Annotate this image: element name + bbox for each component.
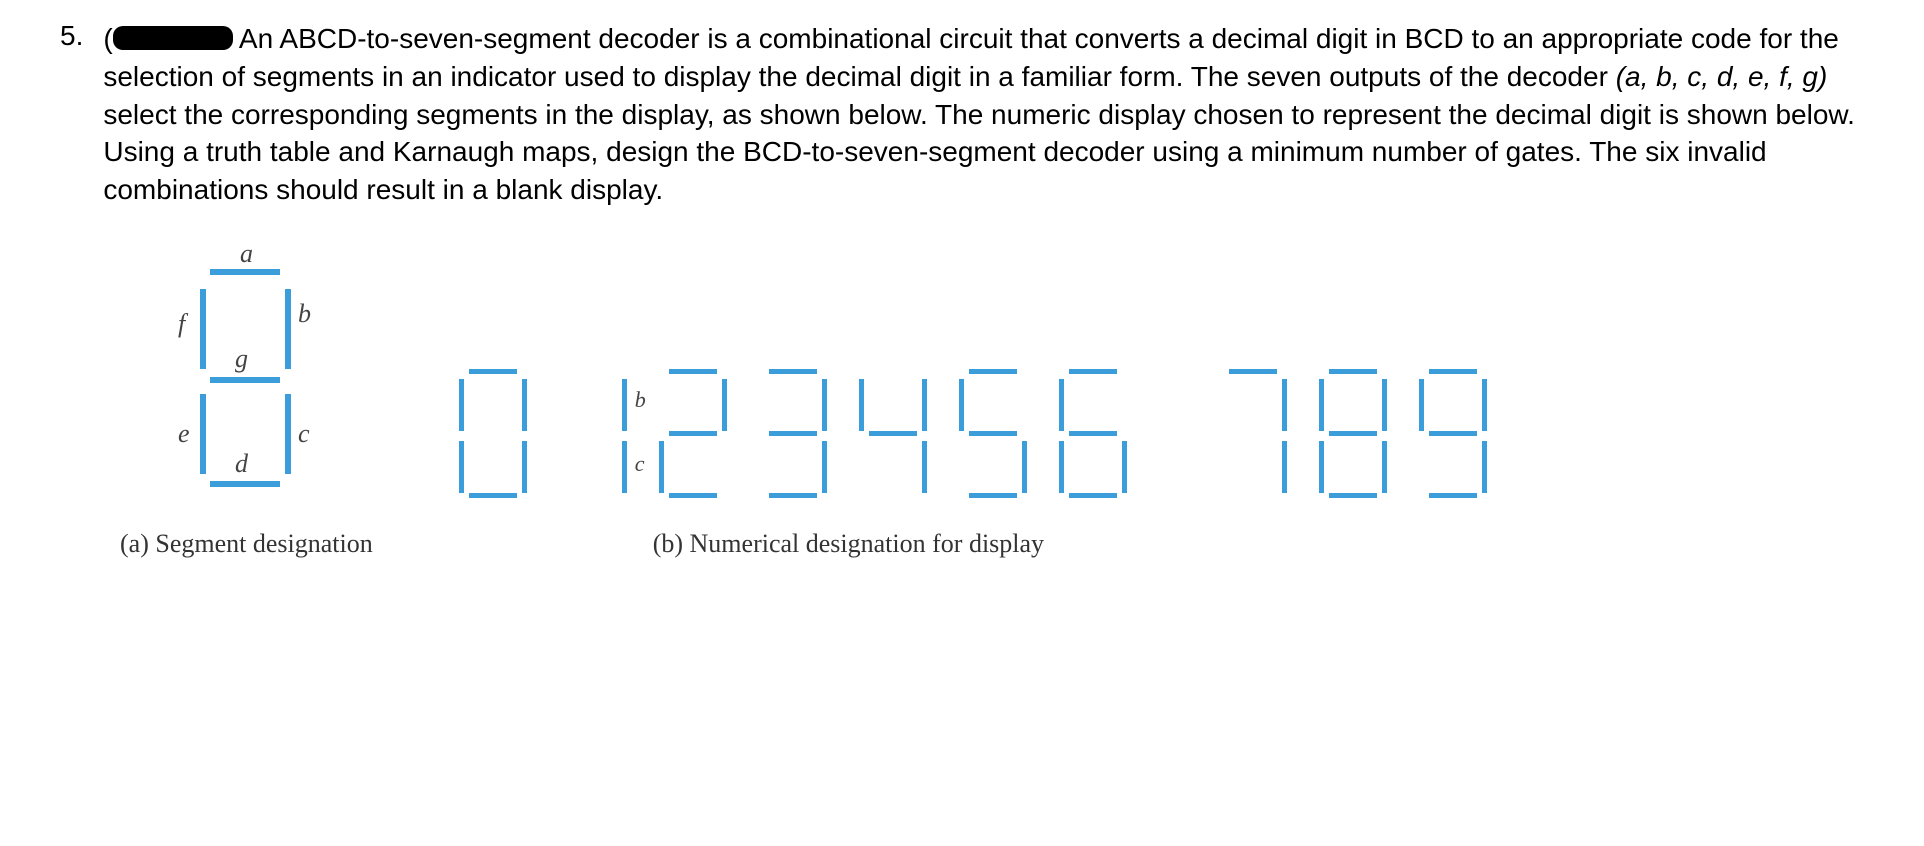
digit-0-segment-c: [522, 441, 527, 493]
figure-a: a f b g e c d (a) Segment designation: [120, 249, 373, 559]
digit-3-segment-d: [769, 493, 817, 498]
digit-3: [753, 369, 833, 509]
digit-8-segment-a: [1329, 369, 1377, 374]
figure-b-caption: (b) Numerical designation for display: [453, 529, 1864, 559]
digit-3-segment-c: [822, 441, 827, 493]
digit-6-segment-e: [1059, 441, 1064, 493]
segment-e: [200, 394, 206, 474]
digit-5-segment-g: [969, 431, 1017, 436]
digit-5: [953, 369, 1033, 509]
redacted-marks-icon: [113, 26, 233, 50]
digit-3-segment-a: [769, 369, 817, 374]
segment-b: [285, 289, 291, 369]
digit-4-segment-c: [922, 441, 927, 493]
digit-8-segment-f: [1319, 379, 1324, 431]
outputs-italic: (a, b, c, d, e, f, g): [1616, 61, 1828, 92]
digit-8-segment-c: [1382, 441, 1387, 493]
segment-d: [210, 481, 280, 487]
digit-0-segment-a: [469, 369, 517, 374]
digit-0: [453, 369, 533, 509]
digit-2-segment-b: [722, 379, 727, 431]
segment-label-e: e: [178, 419, 190, 449]
digit-4-segment-b: [922, 379, 927, 431]
digit-2-segment-a: [669, 369, 717, 374]
digit-8-segment-b: [1382, 379, 1387, 431]
digit-6-segment-c: [1122, 441, 1127, 493]
segment-label-a: a: [240, 239, 253, 269]
digits-row: bc: [453, 369, 1864, 509]
digit-5-segment-d: [969, 493, 1017, 498]
digit-1: bc: [553, 369, 633, 509]
digit-7: [1213, 369, 1293, 509]
digit-3-segment-g: [769, 431, 817, 436]
digit-9-segment-b: [1482, 379, 1487, 431]
digit-6-segment-d: [1069, 493, 1117, 498]
segment-label-c: c: [298, 419, 310, 449]
segment-c: [285, 394, 291, 474]
digit-2-segment-e: [659, 441, 664, 493]
problem-text: ( An ABCD-to-seven-segment decoder is a …: [103, 20, 1864, 209]
digit-8: [1313, 369, 1393, 509]
paren-open: (: [103, 23, 112, 54]
digit-9-segment-a: [1429, 369, 1477, 374]
digit-6-segment-f: [1059, 379, 1064, 431]
digit-0-segment-b: [522, 379, 527, 431]
digit-9-segment-f: [1419, 379, 1424, 431]
digit-9-segment-g: [1429, 431, 1477, 436]
figure-a-caption: (a) Segment designation: [120, 529, 373, 559]
segment-label-g: g: [235, 344, 248, 374]
digit-2-segment-g: [669, 431, 717, 436]
segment-label-d: d: [235, 449, 248, 479]
digit-7-segment-c: [1282, 441, 1287, 493]
digit-3-segment-b: [822, 379, 827, 431]
digit-4-segment-g: [869, 431, 917, 436]
digit-6-segment-a: [1069, 369, 1117, 374]
digit-0-segment-f: [459, 379, 464, 431]
digit-0-segment-d: [469, 493, 517, 498]
digit-8-segment-e: [1319, 441, 1324, 493]
digit-8-segment-g: [1329, 431, 1377, 436]
segment-label-f: f: [178, 309, 185, 339]
digit-5-segment-f: [959, 379, 964, 431]
digit-6-segment-g: [1069, 431, 1117, 436]
digit-2-segment-d: [669, 493, 717, 498]
segment-diagram: a f b g e c d: [150, 249, 350, 509]
digit-4-segment-f: [859, 379, 864, 431]
digit-1-label-b: b: [635, 387, 646, 413]
digit-8-segment-d: [1329, 493, 1377, 498]
segment-a: [210, 269, 280, 275]
digit-7-segment-a: [1229, 369, 1277, 374]
digit-5-segment-c: [1022, 441, 1027, 493]
segment-f: [200, 289, 206, 369]
digit-9-segment-c: [1482, 441, 1487, 493]
digit-9-segment-d: [1429, 493, 1477, 498]
digit-2: [653, 369, 733, 509]
text-part2: select the corresponding segments in the…: [103, 99, 1855, 206]
problem-container: 5. ( An ABCD-to-seven-segment decoder is…: [60, 20, 1864, 209]
text-part1: An ABCD-to-seven-segment decoder is a co…: [103, 23, 1839, 92]
digit-9: [1413, 369, 1493, 509]
digit-5-segment-a: [969, 369, 1017, 374]
figure-b: bc (b) Numerical designation for display: [453, 369, 1864, 559]
digit-6: [1053, 369, 1133, 509]
problem-number: 5.: [60, 20, 83, 52]
digit-1-label-c: c: [635, 451, 645, 477]
segment-label-b: b: [298, 299, 311, 329]
digit-0-segment-e: [459, 441, 464, 493]
digit-1-segment-b: [622, 379, 627, 431]
digit-4: [853, 369, 933, 509]
figure-area: a f b g e c d (a) Segment designation bc…: [120, 249, 1864, 559]
digit-7-segment-b: [1282, 379, 1287, 431]
segment-g: [210, 377, 280, 383]
digit-1-segment-c: [622, 441, 627, 493]
